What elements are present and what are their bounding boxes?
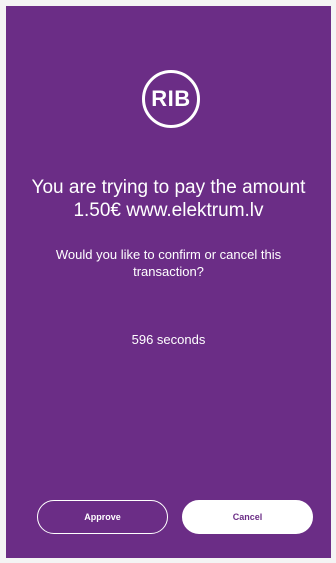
payment-headline-line1: You are trying to pay the amount <box>31 177 306 198</box>
payment-headline-line2: 1.50€ www.elektrum.lv <box>73 200 264 221</box>
payment-headline: You are trying to pay the amount 1.50€ w… <box>6 176 331 222</box>
approve-button[interactable]: Approve <box>37 500 168 534</box>
cancel-button[interactable]: Cancel <box>182 500 313 534</box>
bank-logo-text: RIB <box>151 86 191 111</box>
payment-confirmation-screen: RIB You are trying to pay the amount 1.5… <box>6 6 331 558</box>
countdown-timer: 596 seconds <box>131 332 206 347</box>
bank-logo: RIB <box>142 70 200 128</box>
confirmation-question: Would you like to confirm or cancel this… <box>55 247 282 279</box>
